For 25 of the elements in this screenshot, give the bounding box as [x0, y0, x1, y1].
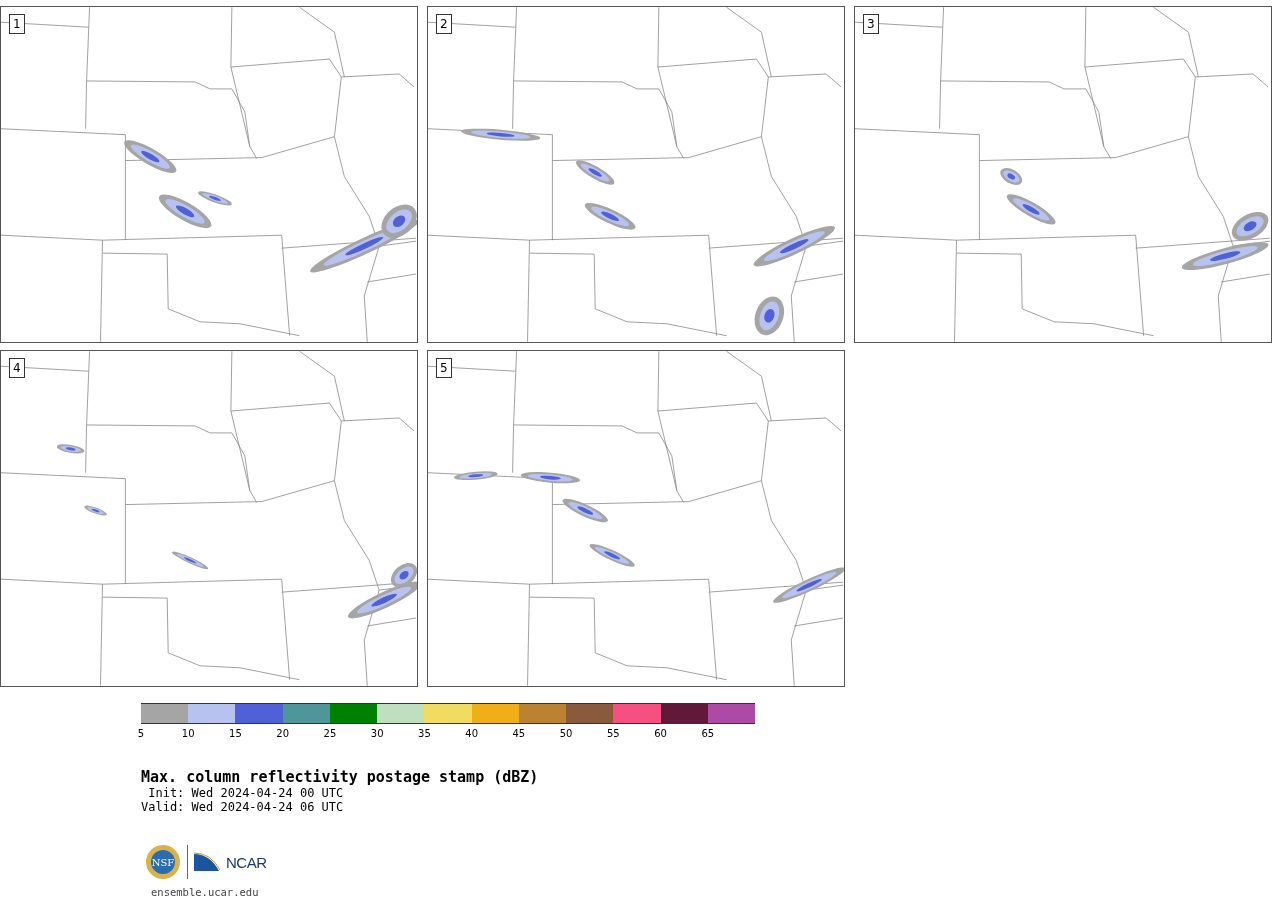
- panel-number: 4: [9, 358, 25, 378]
- panel-number: 5: [436, 358, 452, 378]
- tick-label: 35: [418, 728, 431, 740]
- valid-time: Valid: Wed 2024-04-24 06 UTC: [141, 800, 344, 814]
- tick-label: 45: [512, 728, 526, 740]
- tick-label: 30: [370, 728, 384, 740]
- tick-label: 55: [607, 728, 620, 740]
- tick-label: 65: [701, 728, 715, 740]
- tick-label: 60: [654, 728, 667, 740]
- tick-label: 20: [276, 728, 290, 740]
- panel-number: 2: [436, 14, 452, 34]
- tick-label: 50: [559, 728, 573, 740]
- arc-logo-icon: [194, 852, 220, 872]
- panel-number: 3: [863, 14, 879, 34]
- panel-number: 1: [9, 14, 25, 34]
- tick-label: 40: [465, 728, 478, 740]
- logo-text: NCAR: [226, 853, 267, 871]
- seal-logo: NSF: [145, 844, 181, 880]
- init-time: Init: Wed 2024-04-24 00 UTC: [147, 786, 344, 800]
- tick-label: 25: [323, 728, 337, 740]
- tick-label: 10: [181, 728, 195, 740]
- site-url: ensemble.ucar.edu: [151, 886, 259, 898]
- tick-label: 15: [229, 728, 242, 740]
- tick-label: 5: [137, 728, 145, 740]
- chart-title: Max. column reflectivity postage stamp (dBZ): [141, 769, 539, 786]
